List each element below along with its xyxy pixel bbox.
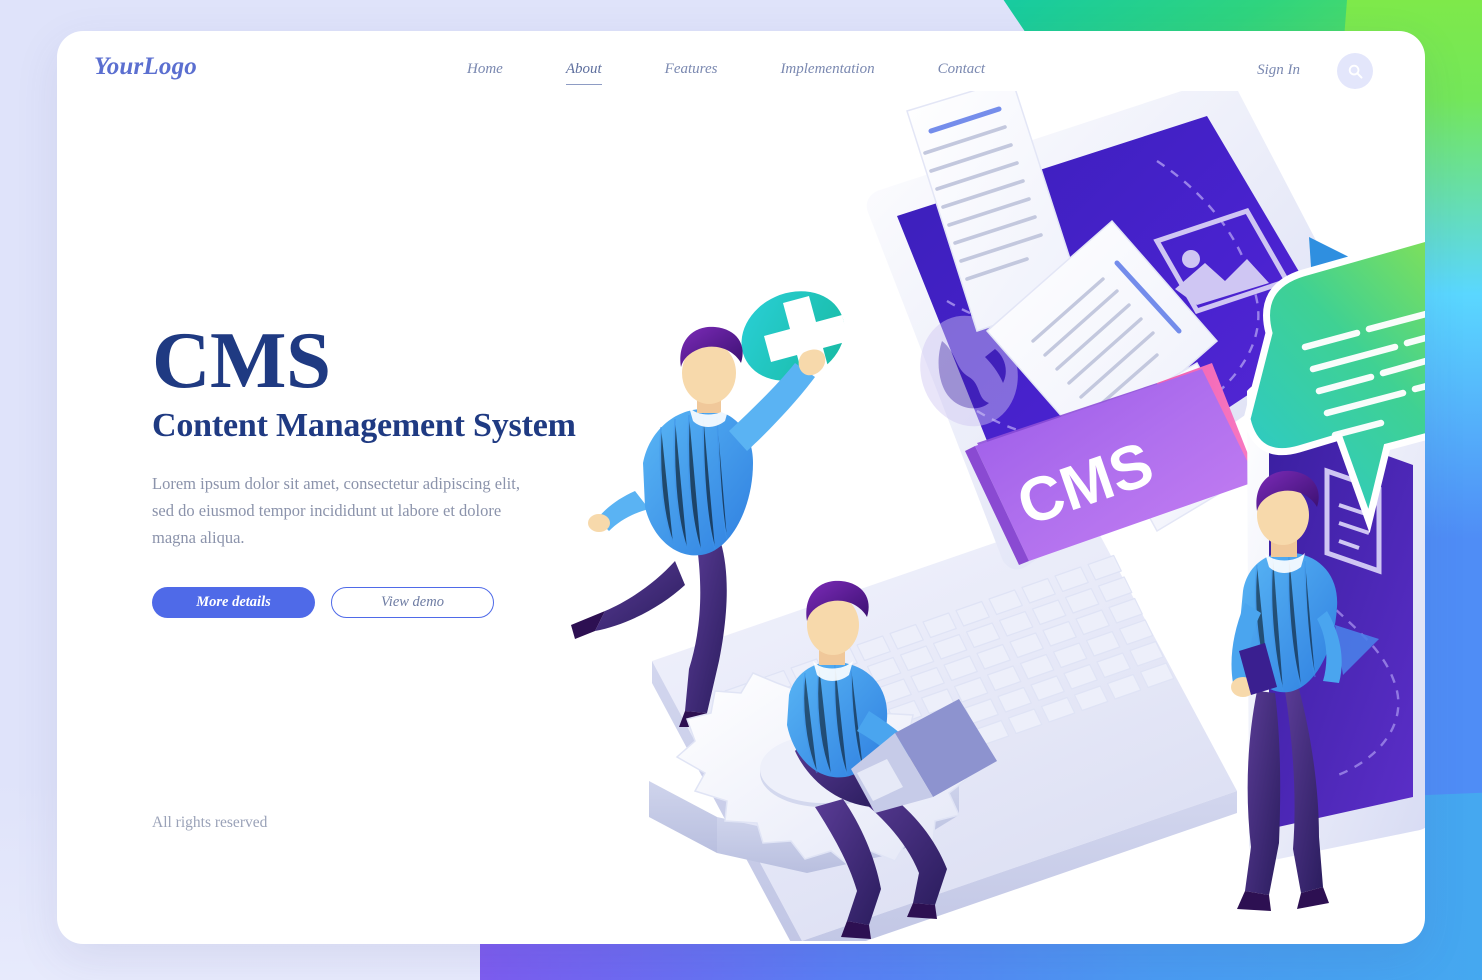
landing-page-card: YourLogo Home About Features Implementat… [57, 31, 1425, 944]
sign-in-link[interactable]: Sign In [1257, 62, 1300, 79]
main-navigation: Home About Features Implementation Conta… [467, 61, 1048, 85]
nav-item-about[interactable]: About [565, 61, 602, 85]
view-demo-button[interactable]: View demo [331, 586, 494, 618]
rights-reserved-text: All rights reserved [152, 814, 268, 831]
nav-item-home[interactable]: Home [467, 61, 503, 85]
hero-description: Lorem ipsum dolor sit amet, consectetur … [152, 474, 520, 547]
more-details-button[interactable]: More details [152, 586, 315, 618]
nav-item-features[interactable]: Features [665, 61, 718, 85]
cms-isometric-illustration: CMS [557, 91, 1425, 941]
site-logo[interactable]: YourLogo [94, 53, 197, 81]
nav-item-implementation[interactable]: Implementation [780, 61, 874, 85]
nav-item-contact[interactable]: Contact [938, 61, 986, 85]
search-icon [1348, 64, 1363, 79]
search-button[interactable] [1337, 53, 1373, 89]
